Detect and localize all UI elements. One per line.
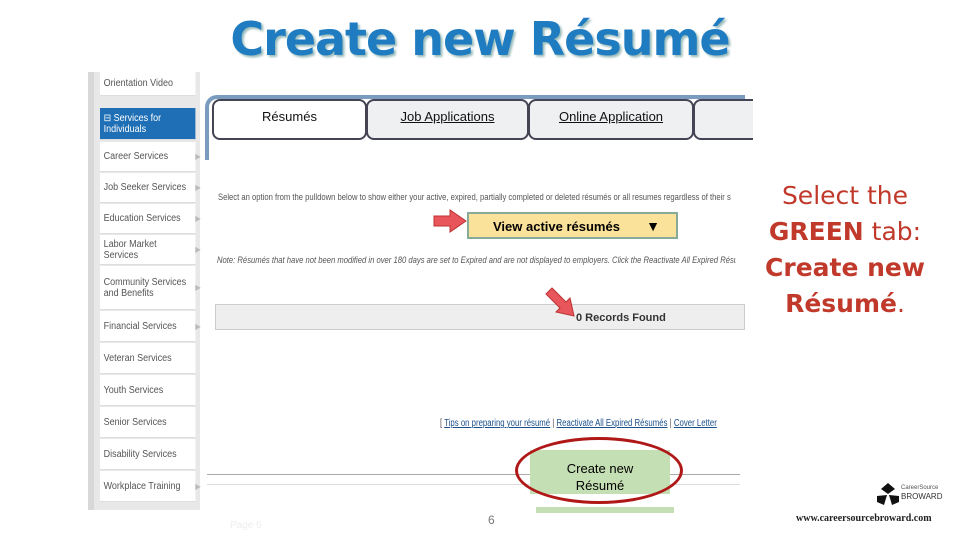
- logo-mark-icon: [877, 483, 899, 505]
- chevron-right-icon: ▶: [195, 152, 201, 161]
- note-text: Note: Résumés that have not been modifie…: [217, 255, 736, 265]
- cover-letter-link[interactable]: Cover Letter: [674, 418, 717, 429]
- logo-text: CareerSource: [901, 485, 939, 491]
- sidebar-item-label: Senior Services: [103, 416, 167, 428]
- instructions-text: Select an option from the pulldown below…: [218, 192, 731, 202]
- sidebar-item-veteran-services[interactable]: Veteran Services: [100, 343, 196, 374]
- sidebar-item-label: Career Services: [103, 151, 169, 162]
- careersource-logo: CareerSource BROWARD: [876, 482, 946, 506]
- sidebar-item-label: ⊟ Services for Individuals: [103, 112, 162, 135]
- website-url: www.careersourcebroward.com: [796, 513, 932, 524]
- callout-text: tab:: [863, 217, 922, 246]
- sidebar-item-label: Veteran Services: [103, 352, 172, 364]
- callout-text: .: [896, 289, 905, 318]
- page-number: 6: [488, 513, 495, 527]
- page-label: Page 6: [230, 520, 262, 531]
- sidebar-item-senior-services[interactable]: Senior Services: [100, 407, 196, 438]
- tab-more[interactable]: [693, 99, 753, 140]
- tab-label: Job Applications: [400, 109, 495, 124]
- reactivate-link[interactable]: Reactivate All Expired Résumés: [557, 418, 668, 429]
- records-text: 0 Records Found: [576, 312, 666, 324]
- sidebar-item-workplace-training[interactable]: Workplace Training ▶: [100, 471, 201, 502]
- callout-bold: Résumé: [785, 289, 897, 318]
- sidebar-item-services-for-individuals[interactable]: ⊟ Services for Individuals: [100, 108, 196, 140]
- sidebar-item-label: Labor Market Services: [103, 238, 157, 261]
- callout-instruction: Select the GREEN tab: Create new Résumé.: [760, 178, 930, 322]
- tab-online-application[interactable]: Online Application: [528, 99, 694, 140]
- callout-line: Create new: [765, 253, 925, 282]
- chevron-right-icon: ▶: [195, 321, 201, 331]
- highlight-circle: [515, 437, 683, 504]
- sidebar-item-community-services[interactable]: Community Services and Benefits ▶: [100, 266, 201, 310]
- callout-bold: GREEN: [768, 217, 864, 246]
- sidebar-item-label: Community Services and Benefits: [103, 276, 187, 299]
- callout-line: Select the: [781, 181, 909, 210]
- sidebar-item-label: Education Services: [103, 213, 181, 224]
- sidebar: Orientation Video ⊟ Services for Individ…: [88, 72, 201, 510]
- tab-label: Résumés: [262, 109, 317, 124]
- chevron-right-icon: ▶: [195, 245, 201, 254]
- sidebar-item-financial-services[interactable]: Financial Services ▶: [100, 311, 201, 342]
- sidebar-item-label: Job Seeker Services: [103, 182, 187, 193]
- separator: |: [552, 418, 555, 429]
- sidebar-item-label: Financial Services: [103, 320, 177, 332]
- slide-title: Create new Résumé: [230, 12, 730, 66]
- sidebar-item-job-seeker-services[interactable]: Job Seeker Services ▶: [100, 173, 201, 203]
- red-arrow-down-right-icon: [545, 287, 575, 317]
- triangle-down-icon: ▼: [646, 218, 660, 234]
- sidebar-item-label: Disability Services: [103, 448, 177, 460]
- sidebar-item-youth-services[interactable]: Youth Services: [100, 375, 196, 406]
- red-arrow-right-icon: [433, 209, 467, 233]
- sidebar-item-disability-services[interactable]: Disability Services: [100, 439, 196, 470]
- chevron-right-icon: ▶: [195, 481, 201, 491]
- callout-line: Résumé.: [760, 286, 930, 322]
- sidebar-item-career-services[interactable]: Career Services ▶: [100, 142, 201, 172]
- separator: |: [669, 418, 672, 429]
- sidebar-item-label: Workplace Training: [103, 480, 181, 492]
- sidebar-item-orientation-video[interactable]: Orientation Video: [100, 72, 196, 96]
- tips-link[interactable]: Tips on preparing your résumé: [444, 418, 550, 429]
- callout-line: GREEN tab:: [760, 214, 930, 250]
- tab-label: Online Application: [558, 109, 664, 124]
- bracket: [: [440, 418, 443, 429]
- records-found: 0 Records Found: [215, 304, 745, 330]
- sidebar-item-label: Orientation Video: [103, 78, 173, 89]
- logo-text: BROWARD: [901, 492, 943, 501]
- green-bar: [536, 507, 674, 513]
- chevron-right-icon: ▶: [195, 183, 201, 192]
- sidebar-item-labor-market-services[interactable]: Labor Market Services ▶: [100, 235, 201, 265]
- chevron-right-icon: ▶: [195, 283, 201, 292]
- chevron-right-icon: ▶: [195, 214, 201, 223]
- resume-links: [ Tips on preparing your résumé | Reacti…: [440, 418, 717, 429]
- resume-filter-dropdown[interactable]: View active résumés ▼: [467, 212, 678, 239]
- dropdown-value: View active résumés: [493, 219, 620, 234]
- sidebar-item-education-services[interactable]: Education Services ▶: [100, 204, 201, 234]
- tab-resumes[interactable]: Résumés: [212, 99, 367, 140]
- tab-job-applications[interactable]: Job Applications: [366, 99, 529, 140]
- sidebar-item-label: Youth Services: [103, 384, 164, 396]
